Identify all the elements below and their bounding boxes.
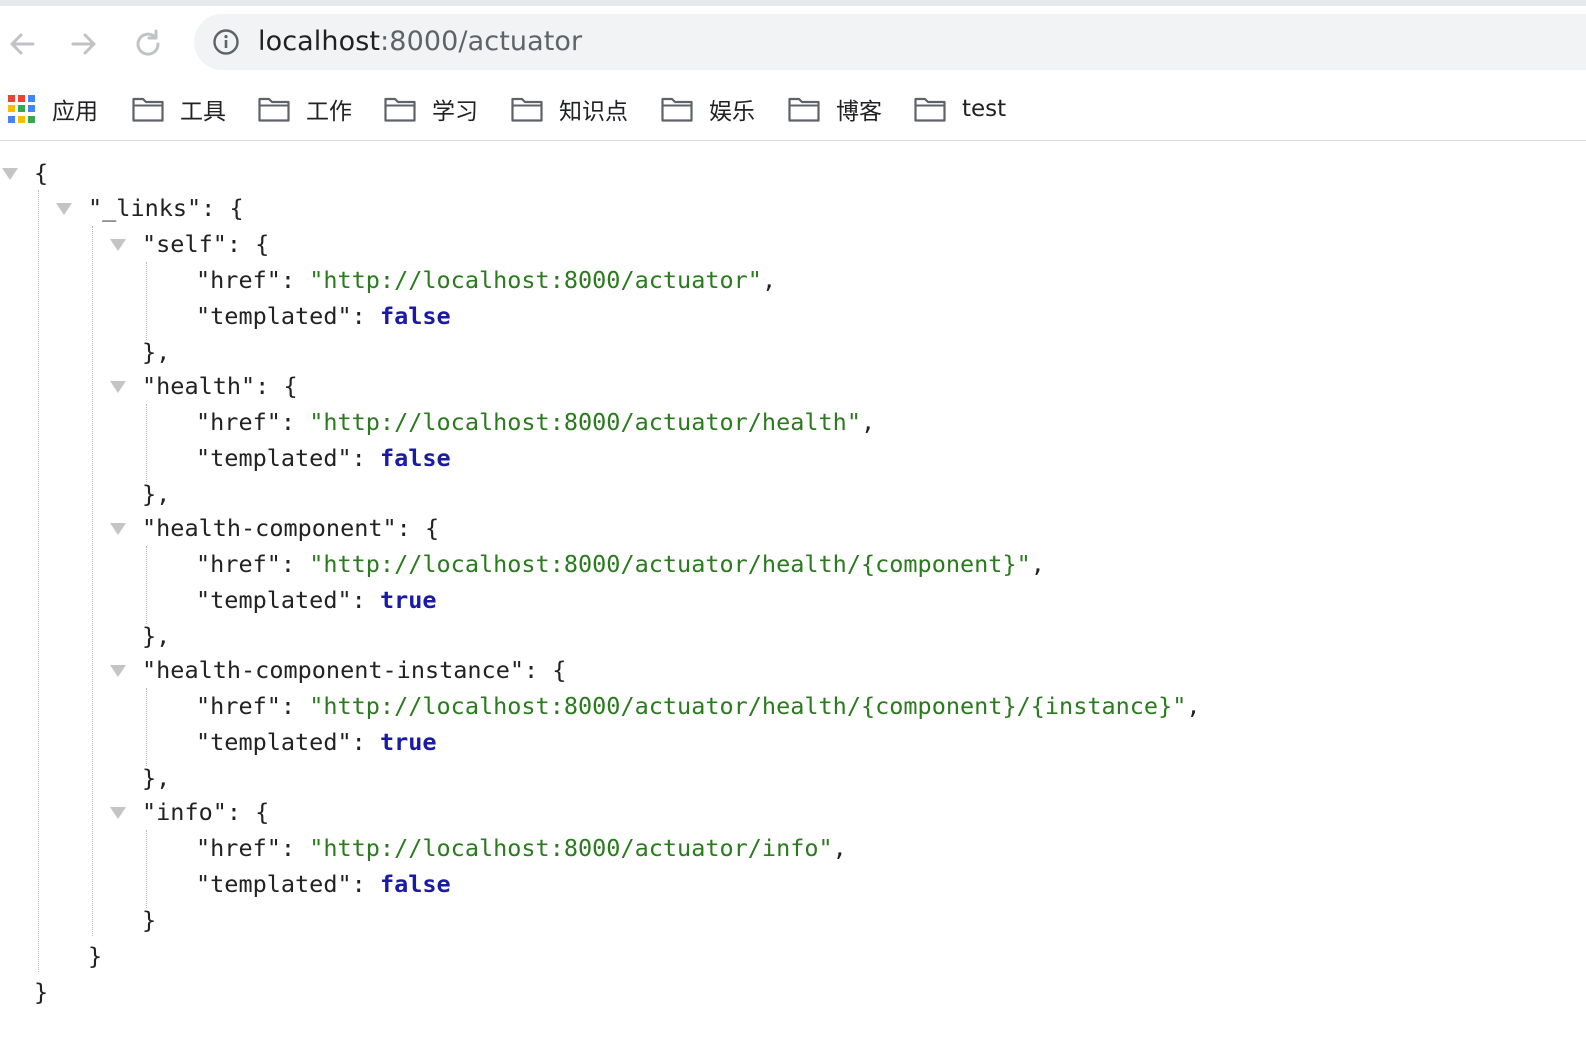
forward-button[interactable] xyxy=(64,24,104,64)
json-key-health-component-instance: "health-component-instance": { xyxy=(142,656,567,684)
url-path: :8000/actuator xyxy=(380,26,583,57)
url-host: localhost xyxy=(258,26,381,57)
templated-key: "templated": xyxy=(196,586,380,614)
folder-icon xyxy=(384,97,416,122)
json-key-health: "health": { xyxy=(142,372,298,400)
json-close-brace: }, xyxy=(142,480,171,508)
href-key: "href": xyxy=(196,834,310,862)
json-links-close-brace: } xyxy=(88,942,103,970)
bookmark-label: 娱乐 xyxy=(709,99,755,125)
browser-toolbar: localhost:8000/actuator xyxy=(0,6,1586,78)
collapse-toggle-icon[interactable] xyxy=(56,203,72,215)
folder-icon xyxy=(914,97,946,122)
collapse-toggle-icon[interactable] xyxy=(110,523,126,535)
href-key: "href": xyxy=(196,408,310,436)
json-key-info: "info": { xyxy=(142,798,270,826)
json-root-close-brace: } xyxy=(34,978,49,1006)
indent-guide-health-component xyxy=(146,546,147,624)
folder-icon xyxy=(511,97,543,122)
json-href-line: "href": "http://localhost:8000/actuator/… xyxy=(196,408,876,436)
json-href-line: "href": "http://localhost:8000/actuator"… xyxy=(196,266,777,294)
folder-icon xyxy=(258,97,290,122)
json-close-brace: } xyxy=(142,906,157,934)
json-open-brace: { xyxy=(34,159,49,187)
indent-guide-self xyxy=(146,262,147,340)
templated-key: "templated": xyxy=(196,728,380,756)
json-key-self: "self": { xyxy=(142,230,270,258)
templated-value: false xyxy=(379,302,451,330)
folder-icon xyxy=(661,97,693,122)
bookmark-folder-tools[interactable]: 工具 xyxy=(132,90,226,128)
bookmark-folder-test[interactable]: test xyxy=(914,90,1006,128)
indent-guide-links xyxy=(92,226,93,936)
indent-guide-info xyxy=(146,830,147,908)
bookmark-label: 知识点 xyxy=(559,99,628,125)
bookmark-folder-study[interactable]: 学习 xyxy=(384,90,478,128)
bookmark-apps[interactable]: 应用 xyxy=(8,90,98,128)
bookmark-folder-blog[interactable]: 博客 xyxy=(788,90,882,128)
site-info-icon[interactable] xyxy=(212,28,240,56)
indent-guide-health xyxy=(146,404,147,482)
folder-icon xyxy=(788,97,820,122)
json-close-brace: }, xyxy=(142,764,171,792)
json-href-line: "href": "http://localhost:8000/actuator/… xyxy=(196,834,847,862)
templated-value: true xyxy=(379,586,437,614)
json-key-links: "_links": { xyxy=(88,194,244,222)
collapse-toggle-icon[interactable] xyxy=(110,807,126,819)
href-value-link[interactable]: "http://localhost:8000/actuator/health/{… xyxy=(309,692,1186,720)
json-templated-line: "templated": true xyxy=(196,582,437,618)
href-key: "href": xyxy=(196,266,310,294)
folder-icon xyxy=(132,97,164,122)
json-close-brace: }, xyxy=(142,622,171,650)
apps-grid-icon xyxy=(8,95,36,123)
collapse-toggle-icon[interactable] xyxy=(110,239,126,251)
back-arrow-icon xyxy=(10,33,35,55)
collapse-toggle-icon[interactable] xyxy=(110,665,126,677)
bookmarks-bar: 应用 工具 工作 学习 知识点 娱乐 博客 test xyxy=(0,78,1586,141)
indent-guide-root xyxy=(38,190,39,972)
address-bar[interactable]: localhost:8000/actuator xyxy=(194,14,1586,70)
href-key: "href": xyxy=(196,692,310,720)
collapse-toggle-icon[interactable] xyxy=(2,168,18,180)
href-value-link[interactable]: "http://localhost:8000/actuator/health/{… xyxy=(309,550,1031,578)
json-viewer: { "_links": { "self": { "href": "http://… xyxy=(0,142,1586,1042)
bookmark-label: test xyxy=(962,96,1007,122)
bookmark-folder-knowledge[interactable]: 知识点 xyxy=(511,90,628,128)
bookmark-label: 工作 xyxy=(306,99,352,125)
href-value-link[interactable]: "http://localhost:8000/actuator/info" xyxy=(309,834,832,862)
indent-guide-health-component-instance xyxy=(146,688,147,766)
reload-button[interactable] xyxy=(128,24,168,64)
templated-key: "templated": xyxy=(196,444,380,472)
templated-value: false xyxy=(379,870,451,898)
back-button[interactable] xyxy=(2,24,42,64)
json-templated-line: "templated": false xyxy=(196,298,451,334)
json-href-line: "href": "http://localhost:8000/actuator/… xyxy=(196,550,1045,578)
bookmark-label: 博客 xyxy=(836,99,882,125)
href-value-link[interactable]: "http://localhost:8000/actuator" xyxy=(309,266,762,294)
bookmark-label: 学习 xyxy=(432,99,478,125)
json-templated-line: "templated": false xyxy=(196,440,451,476)
forward-arrow-icon xyxy=(71,33,96,55)
collapse-toggle-icon[interactable] xyxy=(110,381,126,393)
bookmark-folder-entertainment[interactable]: 娱乐 xyxy=(661,90,755,128)
reload-icon xyxy=(136,29,160,56)
bookmark-label: 工具 xyxy=(180,99,226,125)
templated-value: false xyxy=(379,444,451,472)
url-text[interactable]: localhost:8000/actuator xyxy=(258,26,582,58)
templated-value: true xyxy=(379,728,437,756)
json-templated-line: "templated": true xyxy=(196,724,437,760)
href-value-link[interactable]: "http://localhost:8000/actuator/health" xyxy=(309,408,861,436)
json-templated-line: "templated": false xyxy=(196,866,451,902)
bookmark-folder-work[interactable]: 工作 xyxy=(258,90,352,128)
bookmark-label: 应用 xyxy=(52,99,98,125)
templated-key: "templated": xyxy=(196,870,380,898)
json-key-health-component: "health-component": { xyxy=(142,514,440,542)
href-key: "href": xyxy=(196,550,310,578)
json-href-line: "href": "http://localhost:8000/actuator/… xyxy=(196,692,1201,720)
templated-key: "templated": xyxy=(196,302,380,330)
json-close-brace: }, xyxy=(142,338,171,366)
